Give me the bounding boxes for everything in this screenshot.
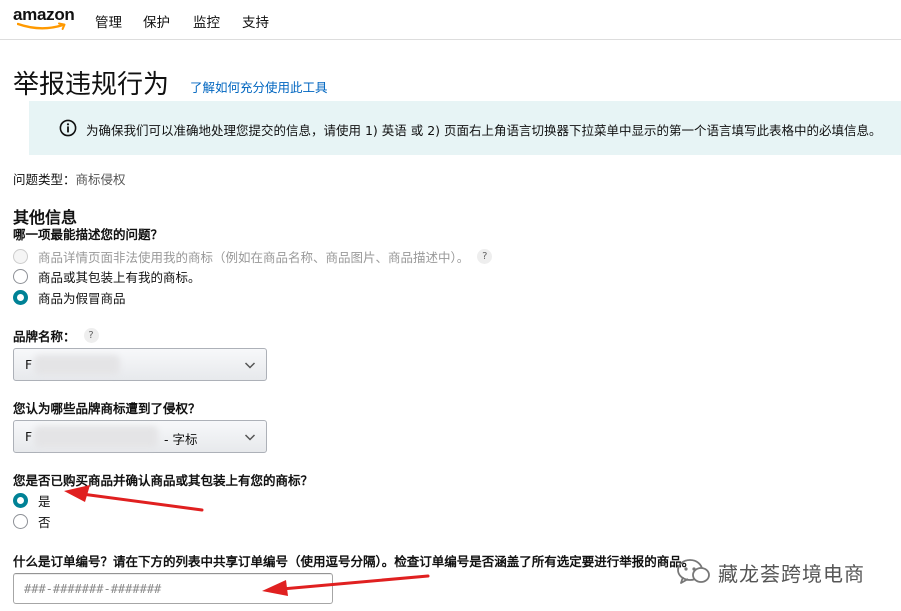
- radio-button[interactable]: [13, 492, 28, 508]
- redacted-area: [34, 426, 158, 448]
- radio-option-no[interactable]: 否: [13, 512, 51, 530]
- radio-button[interactable]: [13, 268, 28, 284]
- info-banner-text: 为确保我们可以准确地处理您提交的信息，请使用 1) 英语 或 2) 页面右上角语…: [86, 123, 882, 138]
- amazon-logo[interactable]: amazon: [13, 6, 75, 32]
- info-circle-icon: [59, 119, 77, 137]
- radio-label: 商品为假冒商品: [38, 290, 126, 306]
- smile-arrow-icon: [17, 22, 66, 30]
- radio-button[interactable]: [13, 289, 28, 305]
- trademark-select[interactable]: F - 字标: [13, 420, 267, 453]
- radio-label: 否: [38, 514, 51, 530]
- trademark-label: 您认为哪些品牌商标遭到了侵权？: [13, 401, 201, 416]
- order-number-input[interactable]: [13, 573, 333, 604]
- radio-label: 商品详情页面非法使用我的商标（例如在商品名称、商品图片、商品描述中）。: [38, 249, 470, 265]
- chevron-down-icon: [244, 362, 256, 369]
- nav-item-monitor[interactable]: 监控: [193, 11, 220, 31]
- issue-type-label: 问题类型：: [13, 172, 76, 187]
- help-icon[interactable]: ?: [477, 248, 493, 264]
- issue-type-row: 问题类型：商标侵权: [13, 169, 126, 188]
- trademark-value-suffix: - 字标: [164, 432, 198, 447]
- brand-name-row: 品牌名称： ?: [13, 326, 99, 345]
- brand-name-select[interactable]: F: [13, 348, 267, 381]
- page-title: 举报违规行为: [13, 70, 170, 100]
- help-link[interactable]: 了解如何充分使用此工具: [190, 77, 328, 96]
- nav-item-manage[interactable]: 管理: [95, 11, 122, 31]
- chevron-down-icon: [244, 434, 256, 441]
- radio-option-trademark-on-product[interactable]: 商品或其包装上有我的商标。: [13, 267, 201, 285]
- radio-label: 商品或其包装上有我的商标。: [38, 269, 201, 285]
- brand-name-label: 品牌名称：: [13, 329, 76, 344]
- purchase-question: 您是否已购买商品并确认商品或其包装上有您的商标？: [13, 473, 314, 488]
- redacted-area: [34, 355, 120, 375]
- radio-button[interactable]: [13, 513, 28, 529]
- top-navigation-bar: amazon 管理 保护 监控 支持: [0, 0, 901, 40]
- order-number-label: 什么是订单编号？请在下方的列表中共享订单编号（使用逗号分隔）。检查订单编号是否涵…: [13, 554, 695, 569]
- help-icon[interactable]: ?: [83, 328, 99, 343]
- radio-option-counterfeit[interactable]: 商品为假冒商品: [13, 288, 126, 306]
- radio-label: 是: [38, 493, 51, 509]
- watermark-text: 藏龙荟跨境电商: [718, 561, 865, 586]
- trademark-value-prefix: F: [25, 429, 33, 444]
- problem-question: 哪一项最能描述您的问题？: [13, 227, 164, 242]
- radio-button[interactable]: [13, 248, 28, 264]
- radio-option-illegal-use[interactable]: 商品详情页面非法使用我的商标（例如在商品名称、商品图片、商品描述中）。 ?: [13, 247, 493, 265]
- watermark: 藏龙荟跨境电商: [676, 558, 865, 586]
- radio-option-yes[interactable]: 是: [13, 491, 51, 509]
- wechat-icon: [677, 559, 710, 584]
- nav-item-protect[interactable]: 保护: [143, 11, 170, 31]
- issue-type-value: 商标侵权: [75, 172, 126, 187]
- brand-name-value: F: [25, 357, 33, 372]
- nav-item-support[interactable]: 支持: [242, 11, 269, 31]
